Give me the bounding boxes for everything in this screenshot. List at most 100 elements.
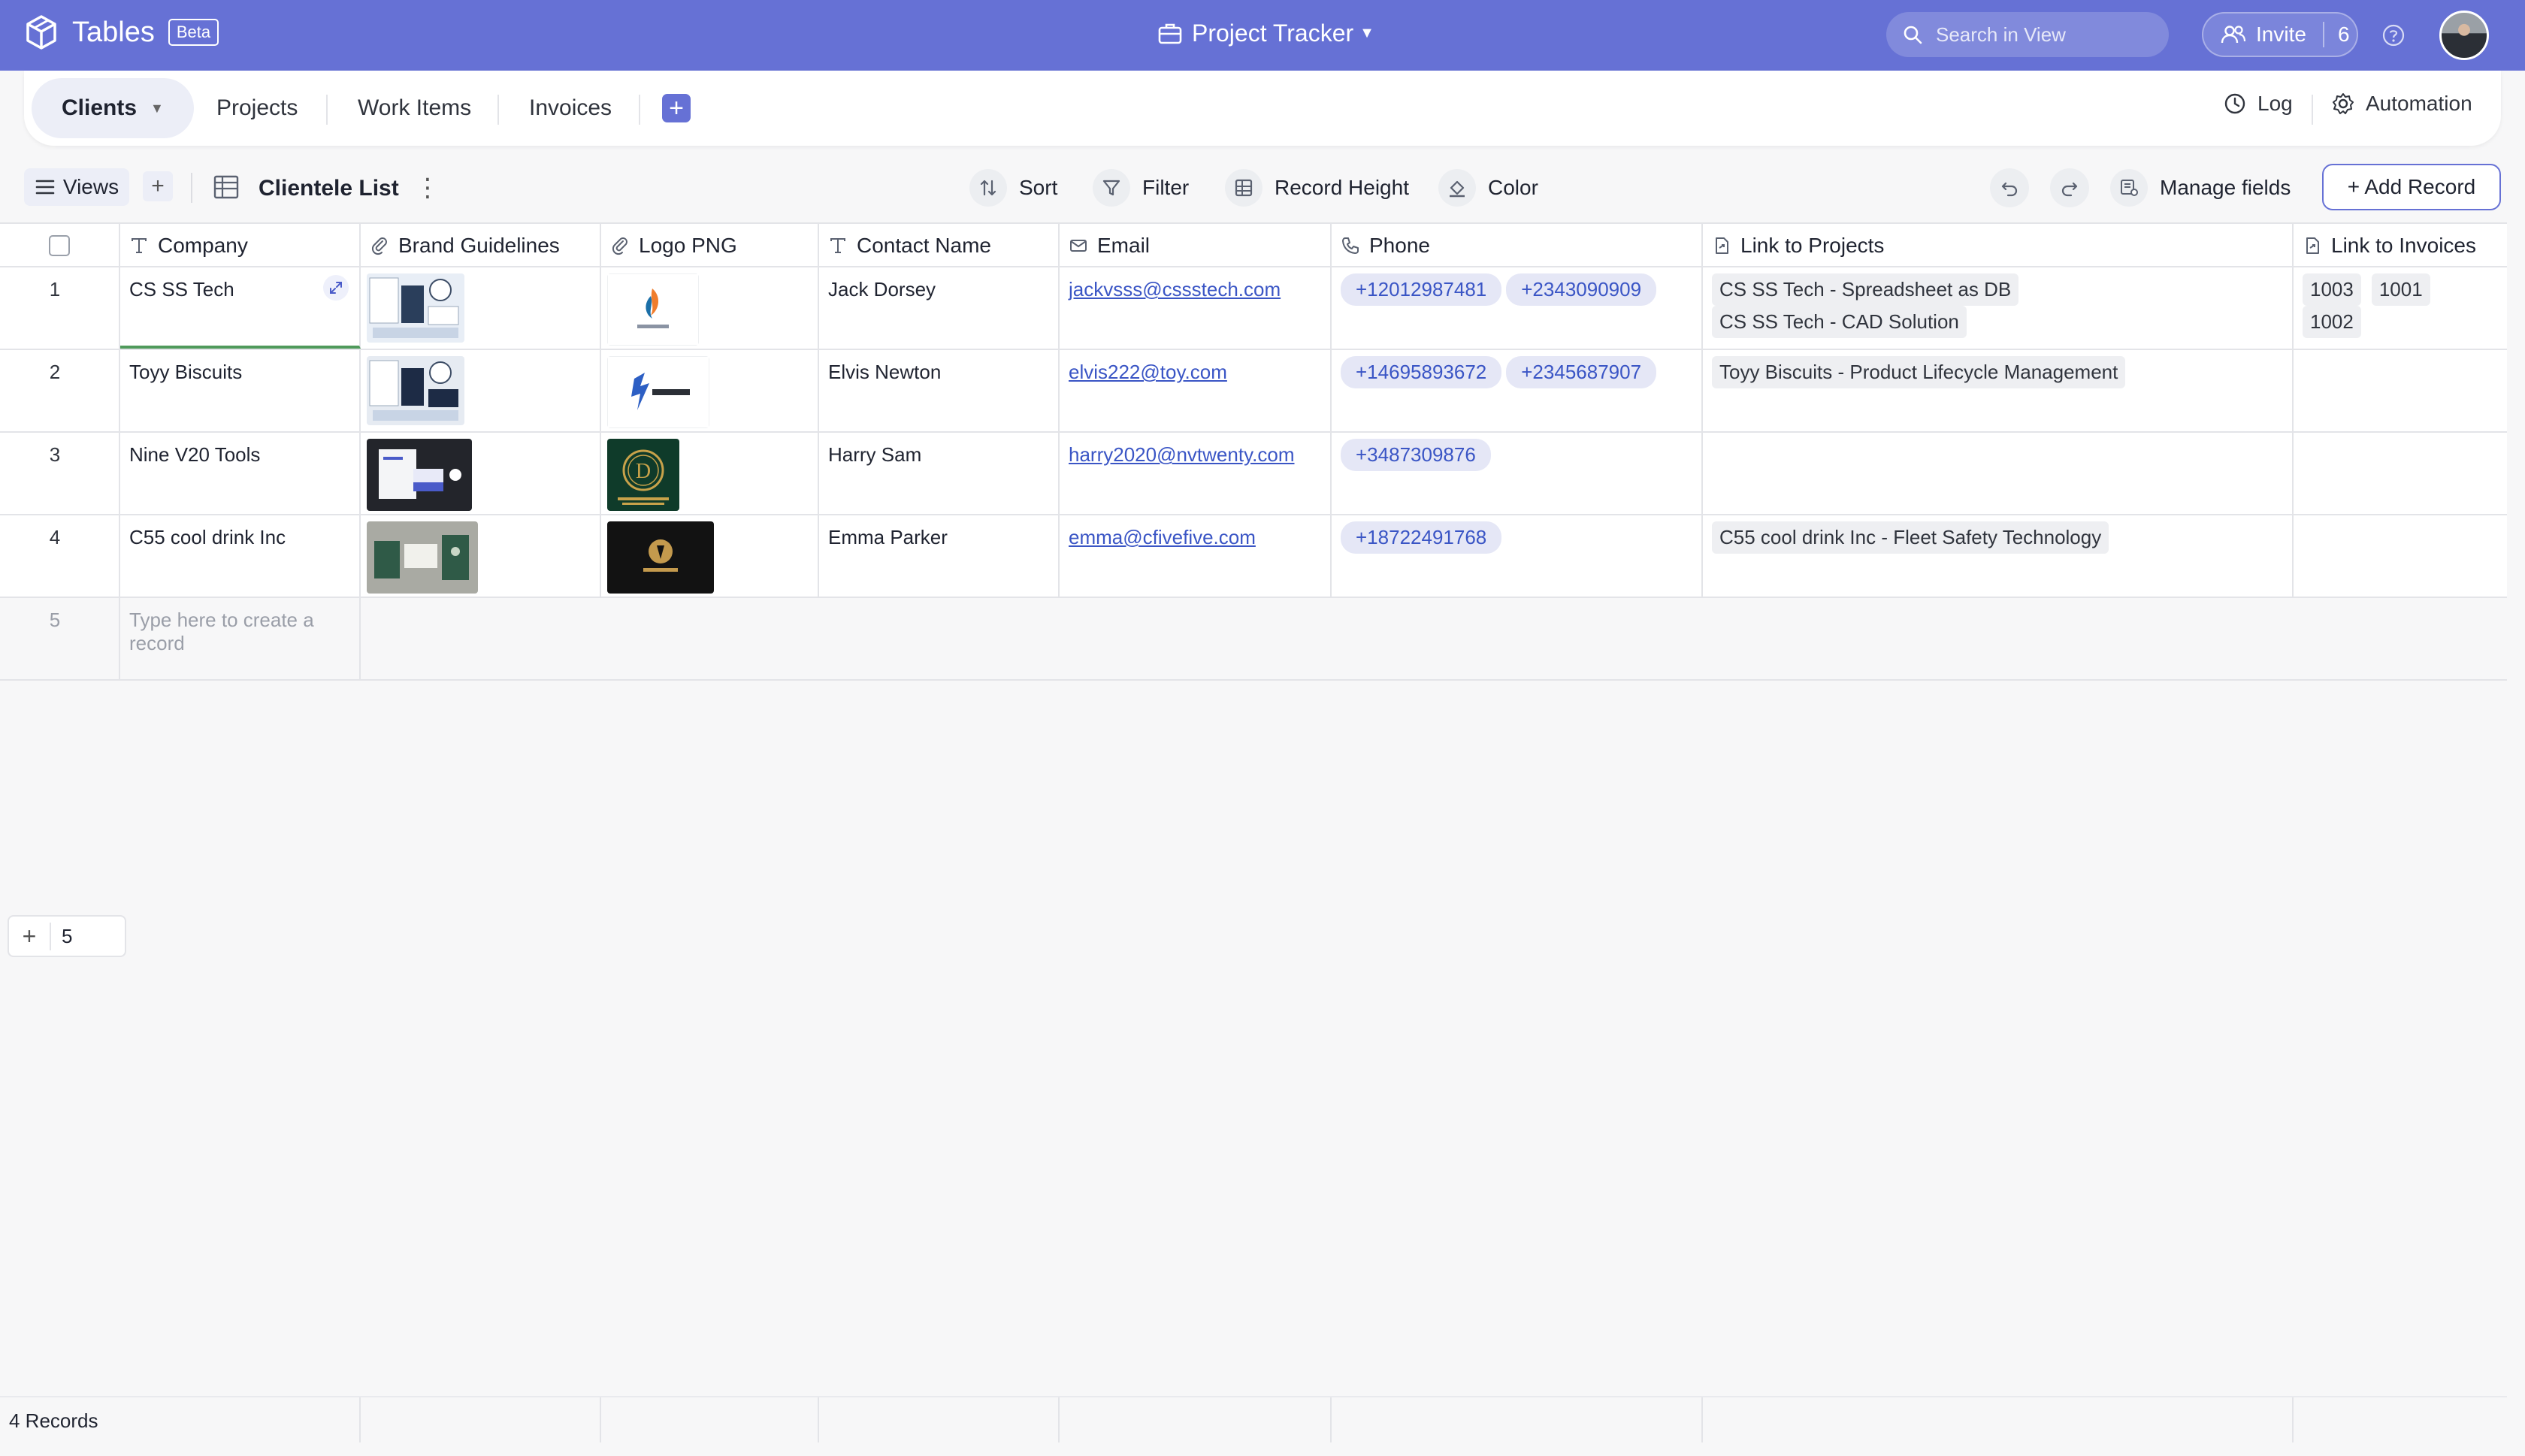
phone-chip[interactable]: +14695893672 (1341, 356, 1502, 388)
email-cell[interactable]: jackvsss@cssstech.com (1060, 267, 1332, 349)
phone-chip[interactable]: +2345687907 (1506, 356, 1657, 388)
search-box[interactable] (1886, 12, 2169, 57)
email-link[interactable]: jackvsss@cssstech.com (1069, 278, 1281, 301)
phone-chip[interactable]: +18722491768 (1341, 521, 1502, 554)
company-cell[interactable]: Nine V20 Tools (120, 433, 361, 514)
avatar[interactable] (2439, 11, 2489, 60)
linked-project-chip[interactable]: CS SS Tech - CAD Solution (1712, 306, 1967, 338)
brand-guidelines-cell[interactable] (361, 267, 601, 349)
add-table-button[interactable]: + (662, 94, 691, 122)
new-record-input[interactable]: Type here to create a record (120, 598, 361, 679)
redo-button[interactable] (2050, 168, 2089, 207)
company-cell[interactable]: C55 cool drink Inc (120, 515, 361, 597)
phone-chip[interactable]: +12012987481 (1341, 273, 1502, 306)
company-cell[interactable]: CS SS Tech (120, 267, 361, 349)
column-header-logo-png[interactable]: Logo PNG (601, 224, 819, 267)
help-icon[interactable] (2381, 23, 2406, 48)
phone-cell[interactable]: +3487309876 (1332, 433, 1703, 514)
phone-cell[interactable]: +18722491768 (1332, 515, 1703, 597)
brand-guidelines-thumbnail[interactable] (367, 439, 472, 511)
linked-invoice-chip[interactable]: 1003 (2303, 273, 2361, 306)
brand-guidelines-cell[interactable] (361, 350, 601, 431)
select-all-checkbox[interactable] (49, 235, 70, 256)
summary-cell[interactable] (237, 1397, 361, 1442)
email-link[interactable]: harry2020@nvtwenty.com (1069, 443, 1295, 466)
tab-invoices[interactable]: Invoices (529, 78, 612, 138)
undo-button[interactable] (1990, 168, 2029, 207)
brand-guidelines-cell[interactable] (361, 433, 601, 514)
views-button[interactable]: Views (24, 168, 129, 206)
add-row-button[interactable]: + (9, 922, 51, 950)
linked-project-chip[interactable]: C55 cool drink Inc - Fleet Safety Techno… (1712, 521, 2109, 554)
view-name[interactable]: Clientele List (259, 176, 399, 201)
email-link[interactable]: elvis222@toy.com (1069, 361, 1227, 383)
column-header-link-to-invoices[interactable]: Link to Invoices (2294, 224, 2507, 267)
add-view-button[interactable]: + (143, 171, 173, 201)
link-to-invoices-cell[interactable] (2294, 350, 2507, 431)
table-row[interactable]: 3 Nine V20 Tools D Harry Sam harry2020@n… (0, 433, 2507, 515)
email-link[interactable]: emma@cfivefive.com (1069, 526, 1256, 548)
logo-thumbnail[interactable] (607, 273, 699, 346)
summary-cell[interactable] (1703, 1397, 2294, 1442)
table-row[interactable]: 4 C55 cool drink Inc Emma Parker emma@cf… (0, 515, 2507, 598)
linked-invoice-chip[interactable]: 1001 (2371, 273, 2430, 306)
link-to-invoices-cell[interactable] (2294, 515, 2507, 597)
expand-record-icon[interactable] (323, 275, 349, 301)
logo-thumbnail[interactable] (607, 521, 714, 594)
linked-project-chip[interactable]: CS SS Tech - Spreadsheet as DB (1712, 273, 2019, 306)
logo-thumbnail[interactable]: D (607, 439, 679, 511)
brand-guidelines-thumbnail[interactable] (367, 273, 464, 343)
table-row[interactable]: 2 Toyy Biscuits Elvis Newton elvis222@to… (0, 350, 2507, 433)
email-cell[interactable]: elvis222@toy.com (1060, 350, 1332, 431)
column-header-contact-name[interactable]: Contact Name (819, 224, 1060, 267)
color-button[interactable]: Color (1438, 165, 1538, 210)
linked-invoice-chip[interactable]: 1002 (2303, 306, 2361, 338)
brand-guidelines-cell[interactable] (361, 515, 601, 597)
sort-button[interactable]: Sort (969, 165, 1057, 210)
logo-thumbnail[interactable] (607, 356, 709, 428)
column-header-link-to-projects[interactable]: Link to Projects (1703, 224, 2294, 267)
table-row[interactable]: 1 CS SS Tech Jack Dorsey jackvsss@cssste… (0, 267, 2507, 350)
add-record-button[interactable]: + Add Record (2322, 164, 2501, 210)
link-to-projects-cell[interactable]: C55 cool drink Inc - Fleet Safety Techno… (1703, 515, 2294, 597)
linked-project-chip[interactable]: Toyy Biscuits - Product Lifecycle Manage… (1712, 356, 2126, 388)
brand-guidelines-thumbnail[interactable] (367, 521, 478, 594)
add-row-count[interactable]: 5 (51, 925, 72, 948)
link-to-invoices-cell[interactable]: 1003 1001 1002 (2294, 267, 2507, 349)
record-height-button[interactable]: Record Height (1225, 165, 1409, 210)
contact-name-cell[interactable]: Jack Dorsey (819, 267, 1060, 349)
email-cell[interactable]: emma@cfivefive.com (1060, 515, 1332, 597)
app-brand[interactable]: Tables Beta (23, 14, 219, 51)
brand-guidelines-thumbnail[interactable] (367, 356, 464, 425)
summary-cell[interactable] (1332, 1397, 1703, 1442)
contact-name-cell[interactable]: Emma Parker (819, 515, 1060, 597)
tab-projects[interactable]: Projects (216, 78, 298, 138)
log-button[interactable]: Log (2223, 92, 2293, 116)
invite-button[interactable]: Invite 6 (2202, 12, 2358, 57)
tab-work-items[interactable]: Work Items (358, 78, 471, 138)
link-to-projects-cell[interactable] (1703, 433, 2294, 514)
add-row-control[interactable]: + 5 (8, 915, 126, 957)
link-to-projects-cell[interactable]: CS SS Tech - Spreadsheet as DBCS SS Tech… (1703, 267, 2294, 349)
search-input[interactable] (1936, 23, 2161, 47)
summary-cell[interactable] (1060, 1397, 1332, 1442)
logo-png-cell[interactable] (601, 515, 819, 597)
column-header-email[interactable]: Email (1060, 224, 1332, 267)
phone-cell[interactable]: +14695893672 +2345687907 (1332, 350, 1703, 431)
phone-chip[interactable]: +2343090909 (1506, 273, 1657, 306)
contact-name-cell[interactable]: Elvis Newton (819, 350, 1060, 431)
logo-png-cell[interactable]: D (601, 433, 819, 514)
tab-clients[interactable]: Clients ▼ (32, 78, 194, 138)
new-record-row[interactable]: 5 Type here to create a record (0, 598, 2507, 681)
logo-png-cell[interactable] (601, 267, 819, 349)
column-header-company[interactable]: Company (120, 224, 361, 267)
column-header-phone[interactable]: Phone (1332, 224, 1703, 267)
project-switcher[interactable]: Project Tracker ▼ (1157, 20, 1374, 47)
column-header-brand-guidelines[interactable]: Brand Guidelines (361, 224, 601, 267)
more-options-icon[interactable]: ⋮ (415, 173, 440, 203)
filter-button[interactable]: Filter (1093, 165, 1189, 210)
phone-cell[interactable]: +12012987481 +2343090909 (1332, 267, 1703, 349)
manage-fields-button[interactable]: Manage fields (2110, 165, 2291, 210)
logo-png-cell[interactable] (601, 350, 819, 431)
summary-cell[interactable] (361, 1397, 601, 1442)
